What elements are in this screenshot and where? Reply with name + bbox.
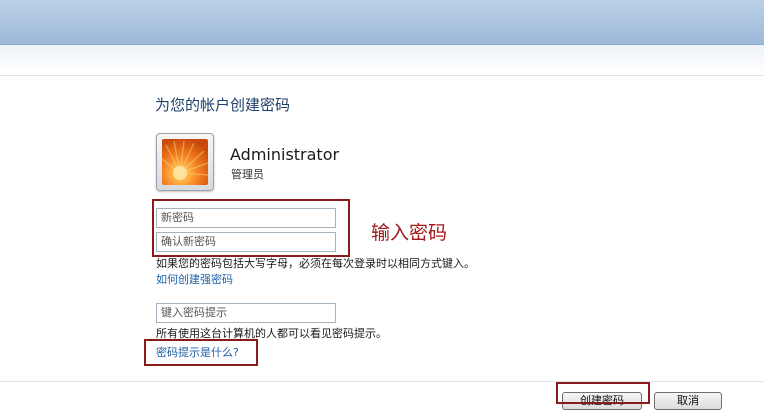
- page-title: 为您的帐户创建密码: [155, 96, 291, 114]
- annotation-label: 输入密码: [371, 222, 448, 244]
- user-avatar: [156, 133, 214, 191]
- window-title-bar: [0, 0, 764, 44]
- hint-link-highlight-box: [144, 339, 258, 366]
- flower-picture-icon: [162, 139, 208, 185]
- password-hint-field[interactable]: 键入密码提示: [156, 303, 336, 323]
- user-name: Administrator: [230, 145, 340, 164]
- strong-password-link[interactable]: 如何创建强密码: [156, 271, 233, 287]
- password-highlight-box: [152, 199, 350, 257]
- caps-lock-note: 如果您的密码包括大写字母，必须在每次登录时以相同方式键入。: [156, 257, 475, 270]
- user-role: 管理员: [231, 168, 264, 181]
- window-toolbar-band: [0, 44, 764, 76]
- create-button-highlight-box: [556, 382, 650, 404]
- cancel-button[interactable]: 取消: [654, 392, 722, 410]
